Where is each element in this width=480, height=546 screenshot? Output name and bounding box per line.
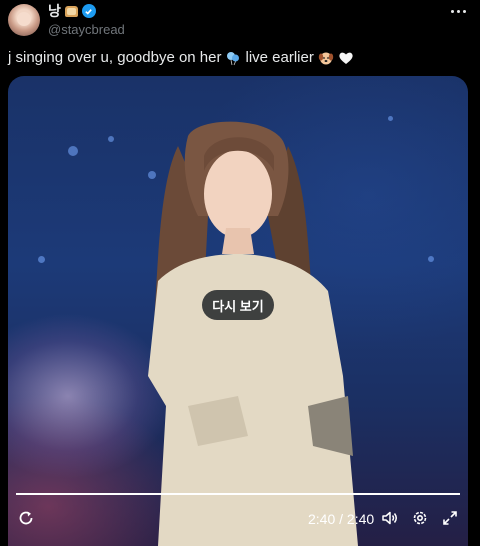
replay-icon[interactable] [16, 508, 36, 528]
tweet-header: 낭 @staycbread [0, 0, 480, 44]
tweet-text: j singing over u, goodbye on her live ea… [8, 48, 354, 68]
video-time: 2:40 / 2:40 [308, 511, 375, 527]
video-player[interactable]: 다시 보기 2:40 / 2:40 [8, 76, 468, 546]
volume-icon[interactable] [380, 508, 400, 528]
progress-bar[interactable] [16, 493, 460, 495]
tweet-text-part2: live earlier [245, 49, 314, 66]
avatar[interactable] [8, 4, 40, 36]
white-heart-emoji-icon [339, 52, 353, 64]
dog-face-emoji-icon [318, 52, 334, 65]
tweet-text-part1: j singing over u, goodbye on her [8, 49, 222, 66]
balloons-emoji-icon [227, 52, 240, 66]
fullscreen-icon[interactable] [440, 508, 460, 528]
video-controls: 2:40 / 2:40 [8, 502, 468, 538]
display-name[interactable]: 낭 [48, 1, 61, 21]
author-names: 낭 @staycbread [48, 2, 125, 37]
gear-icon[interactable] [410, 508, 430, 528]
display-name-row: 낭 [48, 2, 125, 20]
replay-button[interactable]: 다시 보기 [202, 290, 274, 320]
user-handle[interactable]: @staycbread [48, 22, 125, 37]
verified-badge-icon [81, 4, 96, 18]
bread-emoji-icon [64, 5, 78, 17]
more-options-icon[interactable] [451, 10, 466, 13]
